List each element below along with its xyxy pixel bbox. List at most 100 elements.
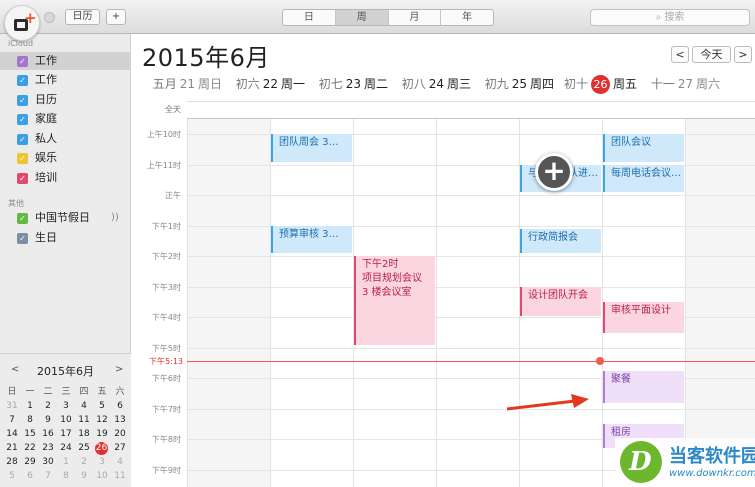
- mini-day[interactable]: 18: [75, 428, 93, 441]
- event-block[interactable]: 设计团队开会: [520, 286, 601, 316]
- calendar-item[interactable]: ✓ 工作: [0, 71, 131, 89]
- day-column[interactable]: [187, 119, 270, 487]
- window-control[interactable]: [44, 12, 55, 23]
- mini-day[interactable]: 3: [93, 456, 111, 469]
- mini-day[interactable]: 25: [75, 442, 93, 455]
- calendar-item[interactable]: ✓ 娱乐: [0, 149, 131, 167]
- view-week-tab[interactable]: 周: [335, 10, 389, 25]
- event-block[interactable]: 聚餐: [603, 370, 684, 403]
- calendar-item[interactable]: ✓ 私人: [0, 130, 131, 148]
- event-block[interactable]: 团队会议: [603, 134, 684, 162]
- checkbox-icon[interactable]: ✓: [17, 134, 28, 145]
- checkbox-icon[interactable]: ✓: [17, 114, 28, 125]
- calendar-item[interactable]: ✓ 日历: [0, 91, 131, 109]
- mini-day[interactable]: 3: [57, 400, 75, 413]
- mini-day[interactable]: 7: [39, 470, 57, 483]
- mini-day[interactable]: 8: [21, 414, 39, 427]
- mini-day[interactable]: 31: [3, 400, 21, 413]
- mini-day[interactable]: 22: [21, 442, 39, 455]
- hour-label: 下午1时: [151, 221, 181, 231]
- event-block[interactable]: 行政简报会: [520, 228, 601, 254]
- mini-day[interactable]: 2: [39, 400, 57, 413]
- calendar-item[interactable]: ✓ 培训: [0, 169, 131, 187]
- mini-day[interactable]: 10: [93, 470, 111, 483]
- mini-day[interactable]: 12: [93, 414, 111, 427]
- mini-day[interactable]: 11: [111, 470, 129, 483]
- day-column[interactable]: [685, 119, 755, 487]
- next-week-button[interactable]: >: [734, 46, 752, 63]
- mini-day[interactable]: 9: [39, 414, 57, 427]
- mini-day[interactable]: 1: [21, 400, 39, 413]
- hour-line: [187, 256, 755, 258]
- day-header[interactable]: 初九 25 周四: [473, 74, 556, 94]
- mini-day[interactable]: 27: [111, 442, 129, 455]
- mini-day[interactable]: 16: [39, 428, 57, 441]
- mini-day[interactable]: 26: [95, 442, 108, 455]
- mini-day[interactable]: 29: [21, 456, 39, 469]
- day-header[interactable]: 十一 27 周六: [639, 74, 722, 94]
- mini-day[interactable]: 30: [39, 456, 57, 469]
- add-event-button[interactable]: +: [106, 9, 126, 25]
- day-header[interactable]: 初十 26 周五: [556, 74, 639, 94]
- calendar-item[interactable]: ✓ 家庭: [0, 110, 131, 128]
- mini-day[interactable]: 20: [111, 428, 129, 441]
- mini-day[interactable]: 23: [39, 442, 57, 455]
- mini-day[interactable]: 24: [57, 442, 75, 455]
- day-number: 22: [262, 77, 278, 91]
- view-day-tab[interactable]: 日: [283, 10, 336, 25]
- mini-day[interactable]: 10: [57, 414, 75, 427]
- view-month-tab[interactable]: 月: [389, 10, 442, 25]
- day-header[interactable]: 五月 21 周日: [141, 74, 224, 94]
- mini-day[interactable]: 4: [111, 456, 129, 469]
- view-year-tab[interactable]: 年: [441, 10, 493, 25]
- event-block[interactable]: 团队周会 3…: [271, 134, 352, 162]
- event-block[interactable]: 每周电话会议…: [603, 164, 684, 193]
- calendar-item[interactable]: ✓ 生日: [0, 229, 131, 247]
- checkbox-icon[interactable]: ✓: [17, 75, 28, 86]
- page-title: 2015年6月: [142, 44, 270, 72]
- mini-day[interactable]: 15: [21, 428, 39, 441]
- mini-next-button[interactable]: >: [115, 364, 123, 375]
- calendars-button[interactable]: 日历: [65, 9, 100, 25]
- mini-day[interactable]: 6: [21, 470, 39, 483]
- mini-day[interactable]: 11: [75, 414, 93, 427]
- add-icon[interactable]: +: [535, 153, 573, 191]
- mini-day[interactable]: 14: [3, 428, 21, 441]
- weekday-label: 二: [43, 387, 53, 397]
- checkbox-icon[interactable]: ✓: [17, 173, 28, 184]
- day-header[interactable]: 十二: [722, 74, 755, 94]
- mini-day[interactable]: 28: [3, 456, 21, 469]
- checkbox-icon[interactable]: ✓: [17, 95, 28, 106]
- calendar-item[interactable]: ✓ 工作: [0, 52, 131, 70]
- mini-day[interactable]: 8: [57, 470, 75, 483]
- mini-day[interactable]: 6: [111, 400, 129, 413]
- checkbox-icon[interactable]: ✓: [17, 233, 28, 244]
- mini-day[interactable]: 2: [75, 456, 93, 469]
- mini-day[interactable]: 4: [75, 400, 93, 413]
- day-column[interactable]: [270, 119, 353, 487]
- mini-day[interactable]: 13: [111, 414, 129, 427]
- calendar-item[interactable]: ✓ 中国节假日)): [0, 209, 131, 227]
- search-input[interactable]: ⌕ 搜索: [590, 9, 750, 26]
- checkbox-icon[interactable]: ✓: [17, 213, 28, 224]
- prev-week-button[interactable]: <: [671, 46, 689, 63]
- today-button[interactable]: 今天: [692, 46, 731, 63]
- all-day-row[interactable]: [187, 101, 755, 119]
- event-block[interactable]: 下午2时 项目规划会议 3 楼会议室: [354, 256, 435, 345]
- checkbox-icon[interactable]: ✓: [17, 153, 28, 164]
- mini-day[interactable]: 17: [57, 428, 75, 441]
- day-column[interactable]: [436, 119, 519, 487]
- mini-day[interactable]: 21: [3, 442, 21, 455]
- mini-day[interactable]: 5: [3, 470, 21, 483]
- mini-day[interactable]: 5: [93, 400, 111, 413]
- mini-day[interactable]: 7: [3, 414, 21, 427]
- mini-day[interactable]: 9: [75, 470, 93, 483]
- day-header[interactable]: 初七 23 周二: [307, 74, 390, 94]
- mini-day[interactable]: 1: [57, 456, 75, 469]
- day-header[interactable]: 初八 24 周三: [390, 74, 473, 94]
- checkbox-icon[interactable]: ✓: [17, 56, 28, 67]
- mini-day[interactable]: 19: [93, 428, 111, 441]
- event-block[interactable]: 预算审核 3…: [271, 225, 352, 254]
- day-header[interactable]: 初六 22 周一: [224, 74, 307, 94]
- event-block[interactable]: 审核平面设计: [603, 302, 684, 333]
